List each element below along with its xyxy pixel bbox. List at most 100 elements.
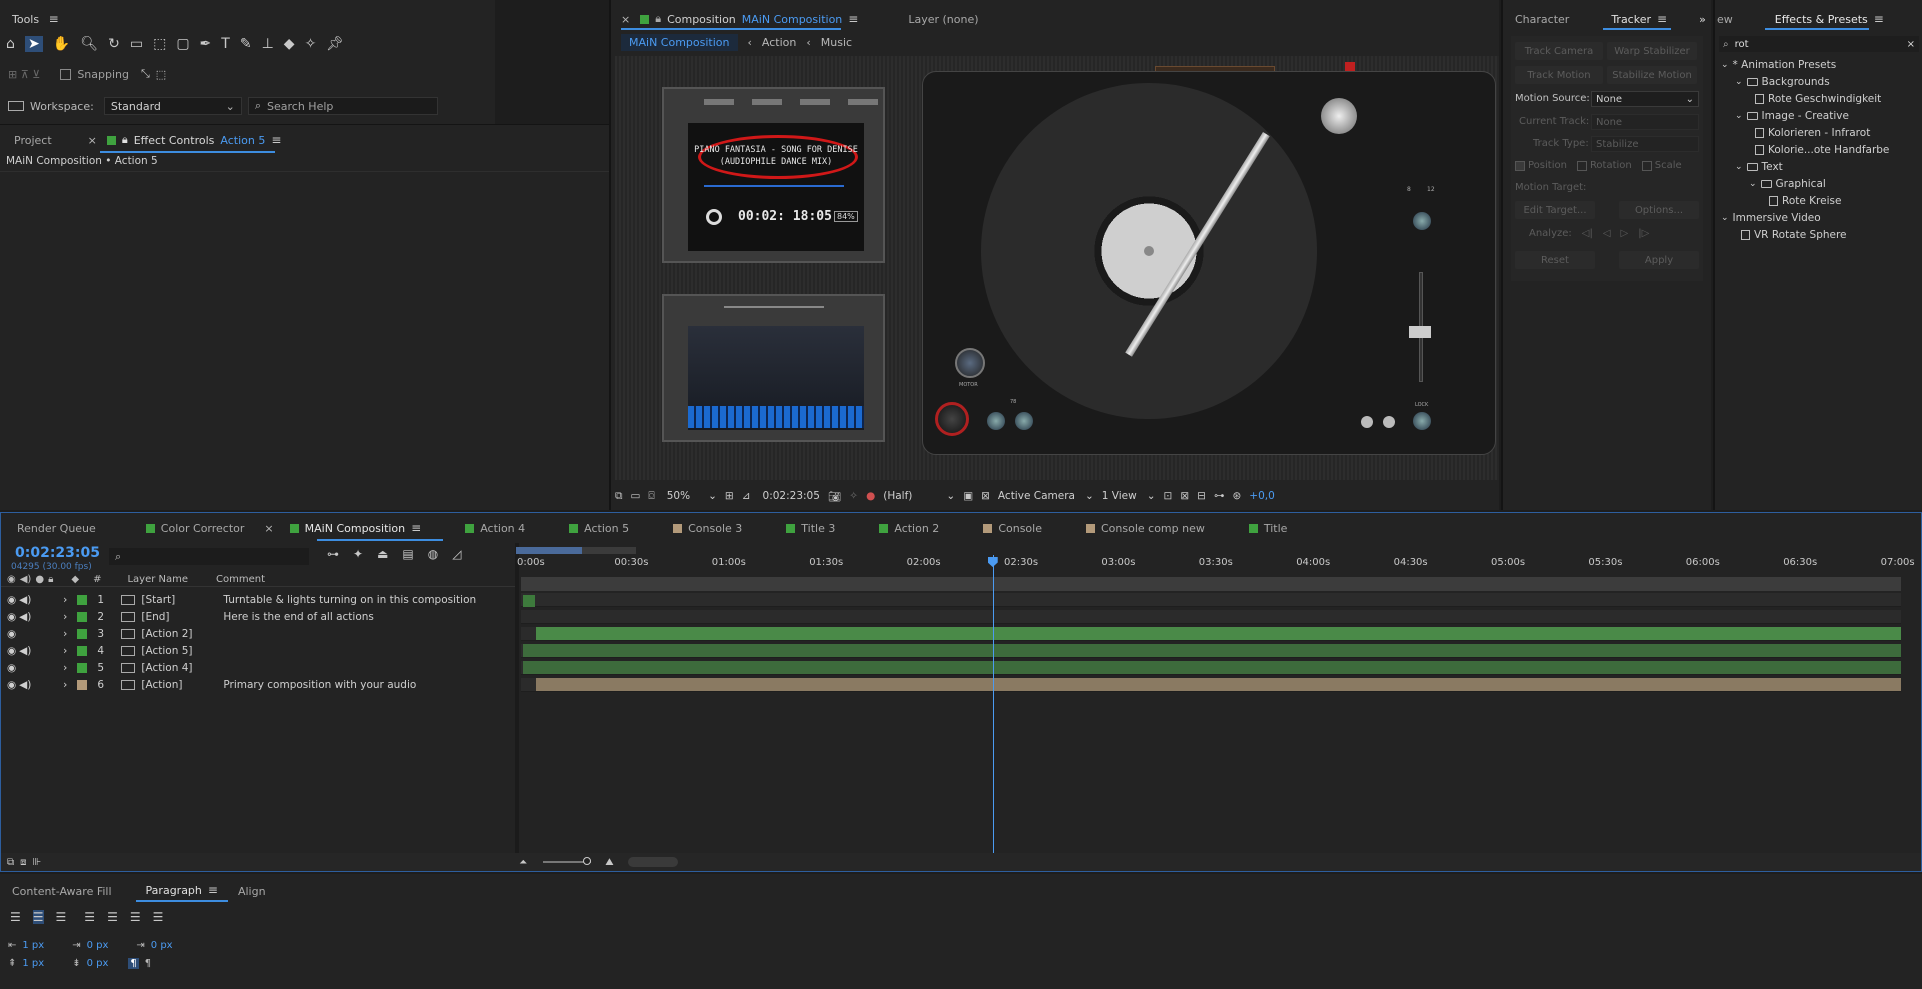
layer-duration-bar[interactable]: [536, 627, 1901, 640]
monitor-icon[interactable]: ▭: [631, 490, 641, 502]
tab-align[interactable]: Align: [228, 880, 276, 902]
effects-tree-item[interactable]: ⌄ Immersive Video: [1721, 211, 1821, 225]
timeline-tab[interactable]: Console 3: [663, 517, 752, 539]
indent-first-value[interactable]: 0 px: [87, 940, 109, 951]
eye-icon[interactable]: ◉: [7, 645, 16, 657]
expand-chevron-icon[interactable]: ›: [63, 594, 67, 606]
space-after-value[interactable]: 0 px: [87, 958, 109, 969]
zoom-tool-icon[interactable]: 🔍︎: [80, 36, 98, 52]
eraser-tool-icon[interactable]: ◆: [284, 36, 295, 52]
fit-icon[interactable]: ⊞: [725, 490, 734, 502]
analyze-back-1-icon[interactable]: ◁|: [1582, 228, 1593, 239]
toggle-pixel-icon[interactable]: ⊡: [1164, 490, 1173, 502]
type-tool-icon[interactable]: T: [221, 36, 230, 52]
current-track-select[interactable]: None: [1591, 114, 1699, 130]
roto-brush-tool-icon[interactable]: ✧: [305, 36, 317, 52]
analyze-forward-1-icon[interactable]: |▷: [1638, 228, 1649, 239]
chevron-down-icon[interactable]: ⌄: [1735, 111, 1743, 121]
tab-composition[interactable]: 🔒︎ Composition MAiN Composition ≡: [630, 8, 868, 30]
expand-chevron-icon[interactable]: ›: [63, 628, 67, 640]
track-row[interactable]: [521, 593, 1901, 607]
justify-all-icon[interactable]: ☰: [153, 910, 164, 924]
layer-name[interactable]: [Start]: [141, 594, 223, 606]
tools-menu-icon[interactable]: ≡: [49, 12, 59, 26]
align-left-icon[interactable]: ☰: [10, 910, 21, 924]
layer-comment[interactable]: Here is the end of all actions: [223, 611, 374, 623]
effects-tree-item[interactable]: Rote Kreise: [1769, 194, 1841, 208]
timeline-search-input[interactable]: ⌕: [109, 548, 309, 565]
workspace-select[interactable]: Standard ⌄: [103, 97, 242, 115]
work-area-range[interactable]: [516, 547, 582, 554]
breadcrumb-action[interactable]: Action: [762, 36, 796, 49]
current-time-display[interactable]: 0:02:23:05: [15, 545, 100, 561]
options-button[interactable]: Options...: [1619, 201, 1699, 219]
frame-blending-icon[interactable]: ▤: [402, 547, 413, 561]
rtl-direction-icon[interactable]: ¶: [145, 958, 151, 969]
effects-tree-item[interactable]: ⌄ Backgrounds: [1735, 75, 1830, 89]
layer-label-swatch[interactable]: [77, 646, 88, 656]
shy-layers-icon[interactable]: ⏏: [377, 547, 388, 561]
pan-behind-tool-icon[interactable]: ⬚: [153, 36, 166, 52]
layer-duration-bar[interactable]: [523, 661, 1901, 674]
hand-tool-icon[interactable]: ✋: [53, 36, 70, 52]
draft-3d-icon[interactable]: ✦: [353, 547, 363, 561]
eye-icon[interactable]: ◉: [7, 628, 16, 640]
playhead-handle[interactable]: [987, 557, 998, 567]
brush-tool-icon[interactable]: ✎: [240, 36, 252, 52]
rectangle-tool-icon[interactable]: ▢: [176, 36, 189, 52]
layer-label-swatch[interactable]: [77, 595, 88, 605]
layer-duration-bar[interactable]: [536, 678, 1901, 691]
track-area[interactable]: [521, 577, 1901, 591]
timeline-scrollbar[interactable]: [627, 857, 678, 867]
eye-icon[interactable]: ◉: [7, 611, 16, 623]
track-row[interactable]: [521, 610, 1901, 624]
audio-icon[interactable]: ◀): [19, 594, 33, 606]
track-motion-button[interactable]: Track Motion: [1515, 66, 1603, 84]
effects-tree-item[interactable]: VR Rotate Sphere: [1741, 228, 1847, 242]
align-right-icon[interactable]: ☰: [56, 910, 67, 924]
align-center-icon[interactable]: ☰: [32, 910, 44, 924]
space-before-value[interactable]: 1 px: [22, 958, 44, 969]
tab-paragraph[interactable]: Paragraph ≡: [135, 880, 228, 902]
audio-icon[interactable]: ◀): [19, 611, 33, 623]
snapping-checkbox[interactable]: [60, 68, 72, 80]
region-icon[interactable]: ⊿: [742, 490, 751, 502]
chevron-down-icon[interactable]: ⌄: [1735, 77, 1743, 87]
resolution-select[interactable]: (Half) ⌄: [883, 490, 955, 502]
expand-chevron-icon[interactable]: ›: [63, 679, 67, 691]
pen-tool-icon[interactable]: ✒: [200, 36, 212, 52]
comp-canvas[interactable]: PIANO FANTASIA - SONG FOR DENISE (AUDIOP…: [615, 56, 1499, 480]
justify-right-icon[interactable]: ☰: [130, 910, 141, 924]
layer-name[interactable]: [Action 5]: [141, 645, 223, 657]
in-out-icon[interactable]: ⊪: [33, 857, 42, 868]
audio-icon[interactable]: ◀): [19, 679, 33, 691]
timeline-tab[interactable]: Title: [1239, 517, 1298, 539]
panel-menu-icon[interactable]: ≡: [208, 883, 218, 897]
home-icon[interactable]: ⌂: [6, 36, 15, 52]
ltr-direction-icon[interactable]: ¶: [128, 958, 139, 969]
chevron-down-icon[interactable]: ⌄: [1735, 162, 1743, 172]
camera-select[interactable]: Active Camera ⌄: [998, 490, 1094, 502]
region-of-interest-icon[interactable]: ▣: [963, 490, 973, 502]
layer-comment[interactable]: Primary composition with your audio: [223, 679, 416, 691]
panel-menu-icon[interactable]: ≡: [848, 12, 858, 26]
layer-switches-icon[interactable]: ⧉: [7, 857, 14, 868]
panel-menu-icon[interactable]: ≡: [271, 133, 281, 147]
layer-name[interactable]: [End]: [141, 611, 223, 623]
transparency-grid-icon[interactable]: ⊠: [981, 490, 990, 502]
analyze-back-icon[interactable]: ◁: [1603, 228, 1611, 239]
chevron-down-icon[interactable]: ⌄: [1721, 60, 1729, 70]
layer-duration-bar[interactable]: [523, 644, 1901, 657]
selection-tool-icon[interactable]: ➤: [24, 36, 43, 52]
layer-name[interactable]: [Action 2]: [141, 628, 223, 640]
justify-left-icon[interactable]: ☰: [84, 910, 95, 924]
track-camera-button[interactable]: Track Camera: [1515, 42, 1603, 60]
breadcrumb-music[interactable]: Music: [821, 36, 852, 49]
warp-stabilizer-button[interactable]: Warp Stabilizer: [1607, 42, 1697, 60]
expand-chevron-icon[interactable]: ›: [63, 645, 67, 657]
footer-timecode[interactable]: 0:02:23:05: [763, 490, 820, 502]
snap-target-icon[interactable]: ⬚: [156, 68, 166, 81]
timeline-tab[interactable]: Title 3: [776, 517, 845, 539]
eye-icon[interactable]: ◉: [7, 662, 16, 674]
zoom-out-icon[interactable]: ⏶: [519, 857, 527, 868]
